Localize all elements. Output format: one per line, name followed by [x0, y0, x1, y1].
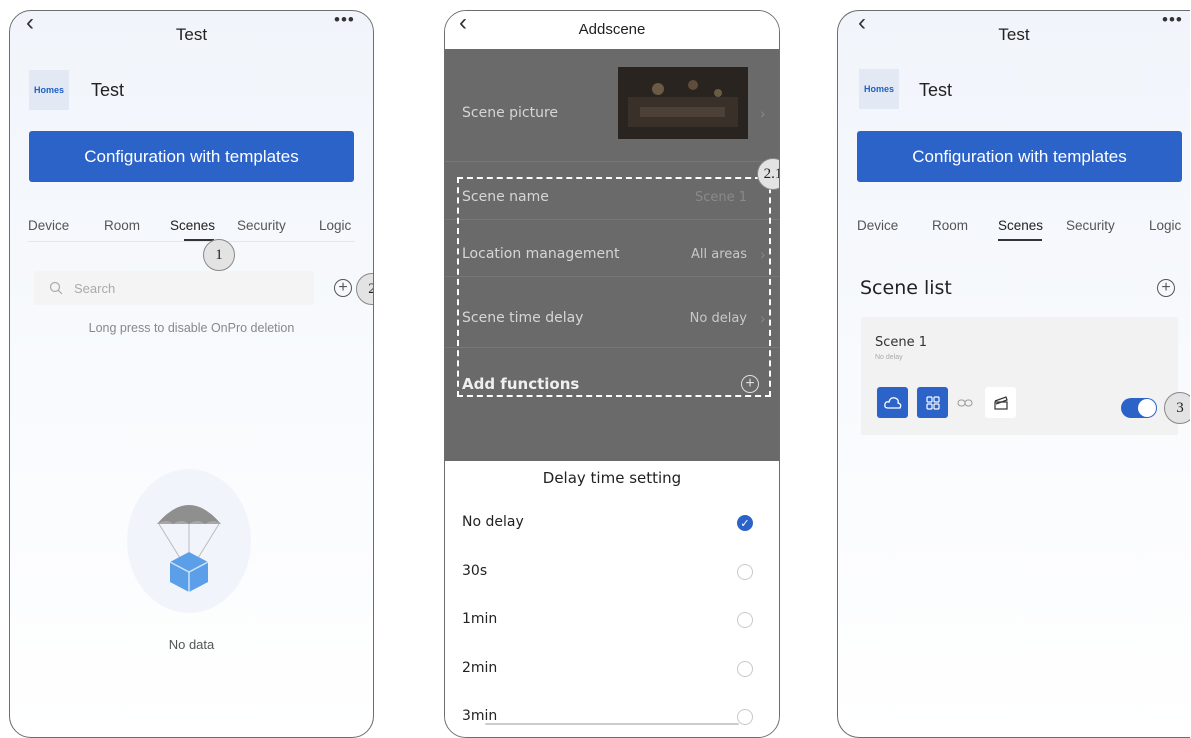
option-1min[interactable]: 1min [462, 611, 497, 627]
tab-security[interactable]: Security [1066, 218, 1115, 233]
configuration-templates-button[interactable]: Configuration with templates [857, 131, 1182, 182]
search-input[interactable]: Search [34, 271, 314, 305]
option-30s[interactable]: 30s [462, 563, 487, 579]
tab-divider [28, 241, 355, 242]
delay-time-sheet: Delay time setting No delay ✓ 30s 1min 2… [445, 461, 779, 737]
scene-subtitle: No delay [875, 354, 903, 361]
tab-room[interactable]: Room [104, 218, 140, 233]
option-3min[interactable]: 3min [462, 708, 497, 724]
search-icon [49, 281, 63, 295]
page-title: Addscene [578, 21, 646, 38]
tab-security[interactable]: Security [237, 218, 286, 233]
tab-logic[interactable]: Logic [319, 218, 351, 233]
sheet-title: Delay time setting [542, 469, 682, 487]
radio-2min[interactable] [737, 661, 753, 677]
home-logo: Homes [29, 70, 69, 110]
scene-enable-toggle[interactable] [1121, 398, 1157, 418]
empty-state-text: No data [168, 637, 215, 652]
tab-scenes[interactable]: Scenes [170, 218, 215, 233]
callout-3: 3 [1164, 392, 1190, 424]
phone-scenes-empty: ‹ Test ••• Homes Test Configuration with… [9, 10, 374, 738]
scene-name: Scene 1 [875, 335, 928, 350]
tab-device[interactable]: Device [857, 218, 898, 233]
tab-logic[interactable]: Logic [1149, 218, 1181, 233]
scene-list-title: Scene list [860, 277, 952, 299]
radio-1min[interactable] [737, 612, 753, 628]
active-tab-indicator [998, 239, 1042, 241]
cloud-chip[interactable] [877, 387, 908, 418]
clapper-icon [993, 395, 1008, 410]
radio-3min[interactable] [737, 709, 753, 725]
check-icon[interactable]: ✓ [737, 515, 753, 531]
parachute-box-icon [127, 469, 251, 613]
highlight-box [457, 177, 771, 397]
search-placeholder: Search [74, 281, 116, 296]
add-scene-plus-icon[interactable]: + [1157, 279, 1175, 297]
more-icon[interactable]: ••• [1162, 11, 1183, 28]
tab-room[interactable]: Room [932, 218, 968, 233]
option-no-delay[interactable]: No delay [462, 514, 524, 530]
home-logo: Homes [859, 69, 899, 109]
grid-chip[interactable] [917, 387, 948, 418]
scene-card[interactable]: Scene 1 No delay [861, 317, 1178, 435]
tab-device[interactable]: Device [28, 218, 69, 233]
link-icon [957, 399, 973, 407]
row-divider [445, 161, 779, 162]
scene-picture-thumbnail[interactable] [618, 67, 748, 139]
tab-scenes[interactable]: Scenes [998, 218, 1043, 233]
grid-icon [925, 395, 940, 410]
phone-addscene: ‹ Addscene Scene picture › Scene name Sc… [444, 10, 780, 738]
toggle-knob [1138, 399, 1156, 417]
add-scene-plus-icon[interactable]: + [334, 279, 352, 297]
more-icon[interactable]: ••• [334, 11, 355, 28]
page-title: Test [998, 25, 1030, 44]
dimmed-overlay: Scene picture › Scene name Scene 1 Locat… [445, 49, 779, 461]
scene-picture-label: Scene picture [462, 105, 559, 121]
hint-text: Long press to disable OnPro deletion [88, 321, 295, 335]
home-indicator [485, 723, 739, 725]
option-2min[interactable]: 2min [462, 660, 497, 676]
page-title: Test [175, 25, 208, 44]
phone-scene-list: ‹ Test ••• Homes Test Configuration with… [837, 10, 1190, 738]
home-name[interactable]: Test [919, 80, 952, 101]
home-name[interactable]: Test [91, 80, 124, 101]
callout-2: 2 [356, 273, 373, 305]
addscene-header: ‹ Addscene [445, 11, 779, 49]
callout-1: 1 [203, 239, 235, 271]
chevron-right-icon: › [760, 105, 765, 121]
cloud-icon [883, 396, 901, 409]
configuration-templates-button[interactable]: Configuration with templates [29, 131, 354, 182]
clapper-chip[interactable] [985, 387, 1016, 418]
radio-30s[interactable] [737, 564, 753, 580]
